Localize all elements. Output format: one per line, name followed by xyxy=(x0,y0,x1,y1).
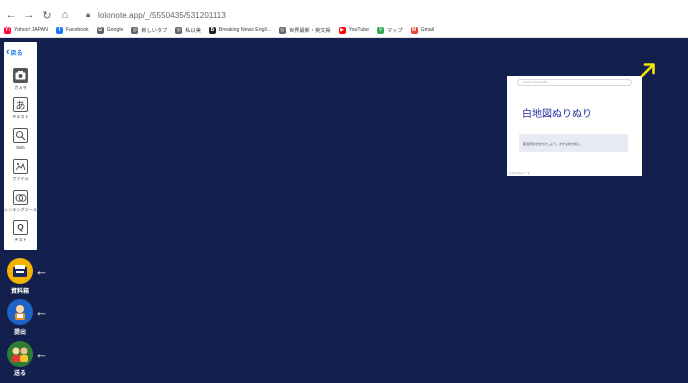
back-arrow-icon[interactable]: ← xyxy=(4,7,18,23)
bookmark-item[interactable]: B Breaking News Engli... xyxy=(208,26,272,34)
maps-icon: ⚲ xyxy=(377,26,384,34)
card-footer: © ロイロノート xyxy=(509,171,531,175)
youtube-icon: ▶ xyxy=(338,26,346,34)
bookmark-item[interactable]: M Gmail xyxy=(410,26,435,34)
bookmark-label: Gmail xyxy=(420,27,435,33)
thinking-tool[interactable]: シンキングツール xyxy=(3,190,38,218)
bookmark-item[interactable]: ▶ YouTube xyxy=(338,26,369,34)
forward-arrow-icon[interactable]: → xyxy=(22,7,36,23)
gmail-icon: M xyxy=(410,26,418,34)
bookmark-item[interactable]: ◎ 世界最新・英文掲 xyxy=(279,26,331,34)
bookmark-item[interactable]: ◎ 新しいタブ xyxy=(131,26,168,34)
web-card-preview[interactable]: Search Wikimedia 白地図ぬりぬり 都道府県を色分けしよう。まずは… xyxy=(507,76,642,176)
bookmark-label: Google xyxy=(106,27,124,33)
back-button[interactable]: ‹ 戻る xyxy=(6,46,36,58)
facebook-icon: f xyxy=(55,26,63,34)
browser-chrome: ← → ↻ ⌂ 🔒︎ lolonote.app/_/5550435/531201… xyxy=(0,0,688,38)
yahoo-icon: Y! xyxy=(4,26,11,34)
web-icon xyxy=(13,128,28,143)
text-icon: あ xyxy=(13,97,28,112)
materials-box-button[interactable] xyxy=(7,258,33,284)
web-tool[interactable]: Web xyxy=(6,128,35,156)
globe-icon: ◎ xyxy=(131,26,139,34)
thinking-tool-label: シンキングツール xyxy=(3,207,38,212)
submit-button[interactable] xyxy=(7,299,33,325)
bookmark-item[interactable]: ◎ 私以美 xyxy=(175,26,201,34)
navigation-bar: ← → ↻ ⌂ 🔒︎ lolonote.app/_/5550435/531201… xyxy=(0,5,688,25)
globe-icon: ◎ xyxy=(175,26,183,34)
card-note: 都道府県を色分けしよう。まずは地方別に。 xyxy=(519,134,628,152)
send-label: 送る xyxy=(13,371,26,377)
pointer-arrow-icon: ← xyxy=(35,346,48,361)
submit-icon xyxy=(15,305,25,320)
text-tool-label: テキスト xyxy=(12,114,29,119)
test-icon: Q xyxy=(13,220,28,235)
bookmark-label: Facebook xyxy=(65,27,89,33)
materials-box-icon xyxy=(13,265,27,277)
bookmark-label: Yahoo! JAPAN xyxy=(14,27,48,33)
camera-icon xyxy=(13,68,28,83)
lock-icon[interactable]: 🔒︎ xyxy=(86,10,94,20)
thinking-tool-icon xyxy=(13,190,28,205)
chevron-left-icon: ‹ xyxy=(6,46,10,58)
address-bar[interactable]: lolonote.app/_/5550435/531201113 xyxy=(98,11,226,20)
card-title: 白地図ぬりぬり xyxy=(522,109,592,120)
google-icon: G xyxy=(96,26,104,34)
bookmark-label: 新しいタブ xyxy=(141,27,168,34)
bookmark-label: YouTube xyxy=(348,27,369,33)
bookmark-label: Breaking News Engli... xyxy=(218,27,272,33)
bookmark-item[interactable]: Y! Yahoo! JAPAN xyxy=(4,26,48,34)
pointer-arrow-icon: ← xyxy=(35,304,48,319)
bookmark-label: 世界最新・英文掲 xyxy=(289,27,331,34)
globe-icon: ◎ xyxy=(279,26,287,34)
bookmark-item[interactable]: G Google xyxy=(96,26,124,34)
test-tool-label: テスト xyxy=(14,237,27,242)
card-search-input: Search Wikimedia xyxy=(517,79,632,86)
expand-arrow-icon[interactable] xyxy=(640,62,656,78)
camera-tool[interactable]: カメラ xyxy=(6,68,35,96)
pointer-arrow-icon: ← xyxy=(35,263,48,278)
breaking-news-icon: B xyxy=(208,26,216,34)
camera-tool-label: カメラ xyxy=(14,85,27,90)
bookmark-item[interactable]: f Facebook xyxy=(55,26,89,34)
file-tool[interactable]: ファイル xyxy=(6,159,35,187)
text-tool[interactable]: あ テキスト xyxy=(6,97,35,125)
back-label: 戻る xyxy=(10,50,23,57)
bookmark-item[interactable]: ⚲ マップ xyxy=(377,26,403,34)
bookmarks-bar: Y! Yahoo! JAPAN f Facebook G Google ◎ 新しいタブ ◎ 私以美… xyxy=(0,24,688,36)
file-tool-label: ファイル xyxy=(12,176,29,181)
materials-box-label: 資料箱 xyxy=(10,289,29,295)
reload-icon[interactable]: ↻ xyxy=(40,7,54,23)
submit-label: 提出 xyxy=(13,330,26,336)
home-icon[interactable]: ⌂ xyxy=(58,7,72,23)
bookmark-label: マップ xyxy=(387,27,403,34)
send-icon xyxy=(12,347,28,362)
file-icon xyxy=(13,159,28,174)
bookmark-label: 私以美 xyxy=(185,27,201,34)
send-button[interactable] xyxy=(7,341,33,367)
web-tool-label: Web xyxy=(16,145,25,150)
test-tool[interactable]: Q テスト xyxy=(6,220,35,248)
tool-palette: ‹ 戻る カメラ あ テキスト Web ファイル シンキングツール Q テスト xyxy=(4,42,37,250)
